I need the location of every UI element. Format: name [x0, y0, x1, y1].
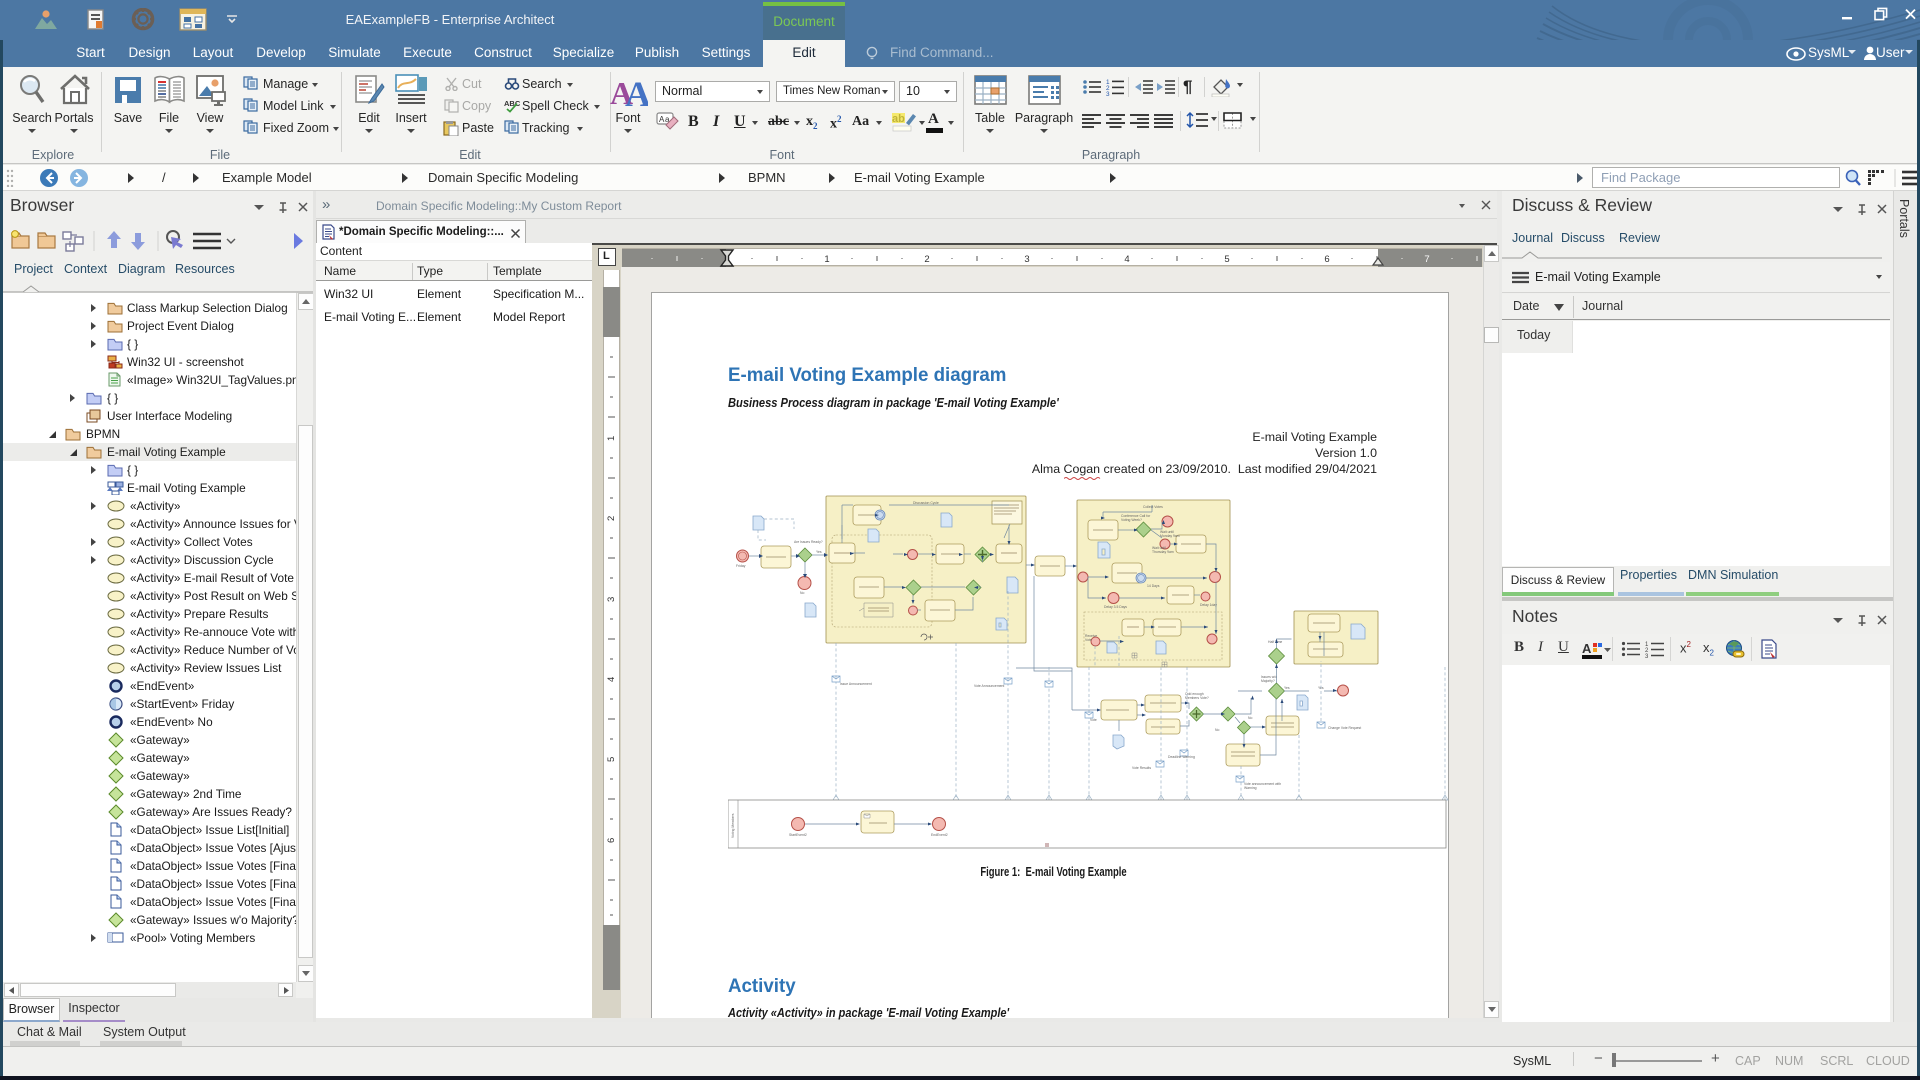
svg-text:1: 1: [606, 436, 617, 441]
svg-text:2: 2: [924, 254, 929, 265]
svg-text:Deadline Warning: Deadline Warning: [1168, 755, 1195, 759]
svg-text:7: 7: [1424, 254, 1429, 265]
svg-text:No: No: [1215, 728, 1219, 732]
svg-text:Delay 3.5 Days: Delay 3.5 Days: [1104, 605, 1127, 609]
svg-text:6: 6: [606, 838, 617, 843]
svg-text:Yes: Yes: [816, 550, 822, 554]
svg-text:Change Vote Request: Change Vote Request: [1328, 726, 1361, 730]
svg-text:1: 1: [824, 254, 829, 265]
svg-text:Vote Results: Vote Results: [1132, 766, 1151, 770]
svg-text:Discussion Cycle: Discussion Cycle: [913, 501, 939, 505]
svg-text:A: A: [625, 75, 648, 107]
svg-text:6: 6: [1324, 254, 1329, 265]
svg-text:14 Days: 14 Days: [1147, 584, 1160, 588]
svg-text:Majority?: Majority?: [1261, 679, 1275, 683]
svg-text:3: 3: [1024, 254, 1029, 265]
svg-text:Half Time: Half Time: [1268, 640, 1282, 644]
svg-text:Monday 9am: Monday 9am: [1160, 534, 1180, 538]
svg-text:Thursday 9am: Thursday 9am: [1152, 550, 1174, 554]
svg-text:5: 5: [606, 757, 617, 762]
svg-text:3: 3: [1106, 91, 1110, 96]
svg-text:Issue Announcement: Issue Announcement: [840, 682, 872, 686]
svg-text:Delay 1day: Delay 1day: [1200, 603, 1217, 607]
svg-text:Friday: Friday: [736, 564, 746, 568]
svg-text:No: No: [800, 591, 804, 595]
svg-text:Warning: Warning: [1244, 786, 1257, 790]
svg-text:Members Vote?: Members Vote?: [1185, 696, 1209, 700]
svg-text:ABC: ABC: [504, 99, 521, 108]
svg-text:5: 5: [1224, 254, 1229, 265]
svg-text:No: No: [1248, 716, 1252, 720]
svg-text:Vote Announcement: Vote Announcement: [974, 684, 1004, 688]
svg-text:4: 4: [1124, 254, 1129, 265]
svg-text:4: 4: [606, 677, 617, 682]
svg-text:A: A: [1582, 641, 1592, 656]
svg-text:Voting Members: Voting Members: [731, 813, 735, 838]
svg-text:3: 3: [606, 597, 617, 602]
svg-text:Are Issues Ready?: Are Issues Ready?: [794, 540, 823, 544]
svg-text:Vote: Vote: [1090, 718, 1097, 722]
svg-text:3: 3: [1645, 654, 1649, 658]
svg-text:StartEvent2: StartEvent2: [789, 833, 807, 837]
svg-text:2: 2: [606, 516, 617, 521]
svg-text:Voting Week?: Voting Week?: [1121, 518, 1142, 522]
svg-text:Collect Votes: Collect Votes: [1143, 505, 1163, 509]
svg-text:Vote: Vote: [1085, 638, 1092, 642]
svg-text:EndEvent2: EndEvent2: [931, 833, 948, 837]
svg-text:Yes: Yes: [1284, 686, 1290, 690]
